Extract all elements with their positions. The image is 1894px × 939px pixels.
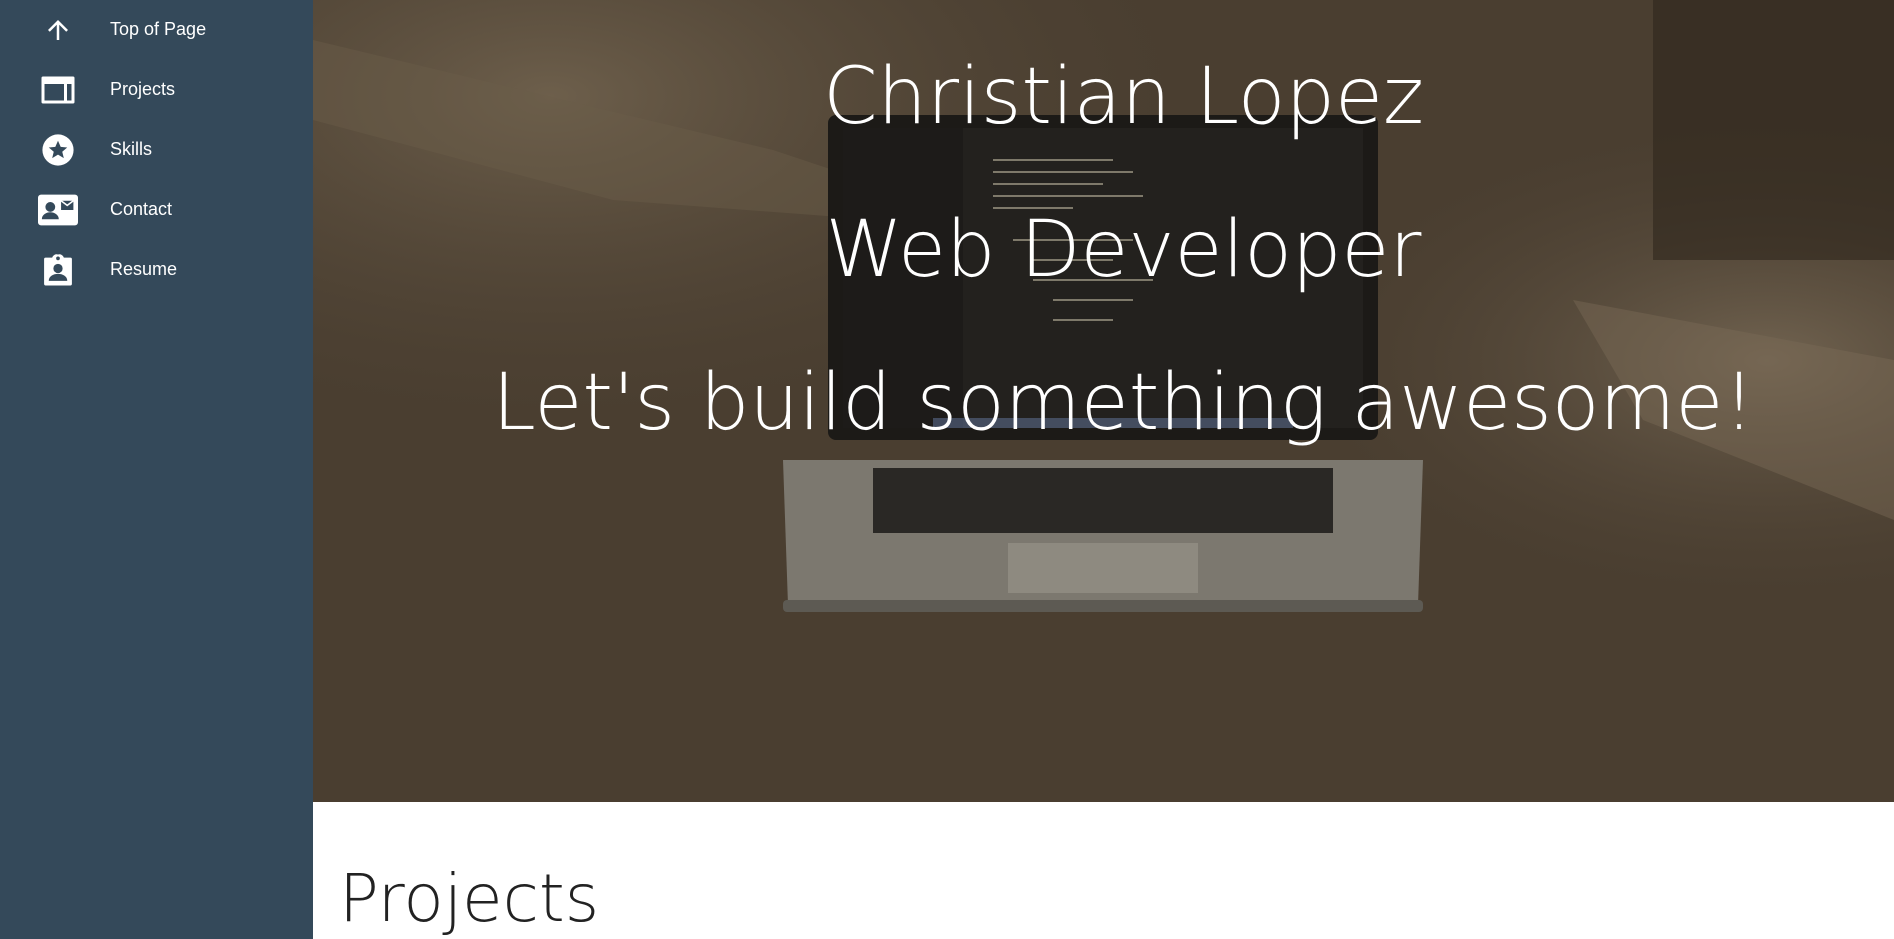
projects-section: Projects [313,802,1894,939]
sidebar-item-resume[interactable]: Resume [0,240,313,300]
arrow-up-icon [38,12,78,48]
sidebar-item-label: Resume [110,259,178,279]
contact-card-icon [38,192,78,228]
sidebar-item-top-of-page[interactable]: Top of Page [0,0,313,60]
sidebar-item-projects[interactable]: Projects [0,60,313,120]
sidebar-item-label: Top of Page [110,19,207,39]
star-circle-icon [38,132,78,168]
sidebar-item-label: Contact [110,199,173,219]
hero-banner: Christian Lopez Web Developer Let's buil… [313,0,1894,802]
projects-heading: Projects [339,860,600,937]
hero-name: Christian Lopez [823,52,1424,142]
sidebar-item-skills[interactable]: Skills [0,120,313,180]
sidebar-item-label: Projects [110,79,176,99]
sidebar-item-label: Skills [110,139,153,159]
hero-tagline: Let's build something awesome! [492,358,1755,448]
sidebar-item-contact[interactable]: Contact [0,180,313,240]
hero-role: Web Developer [825,205,1422,295]
sidebar-nav: Top of Page Projects Skills Contact Resu… [0,0,313,939]
clipboard-account-icon [38,252,78,288]
web-icon [38,72,78,108]
